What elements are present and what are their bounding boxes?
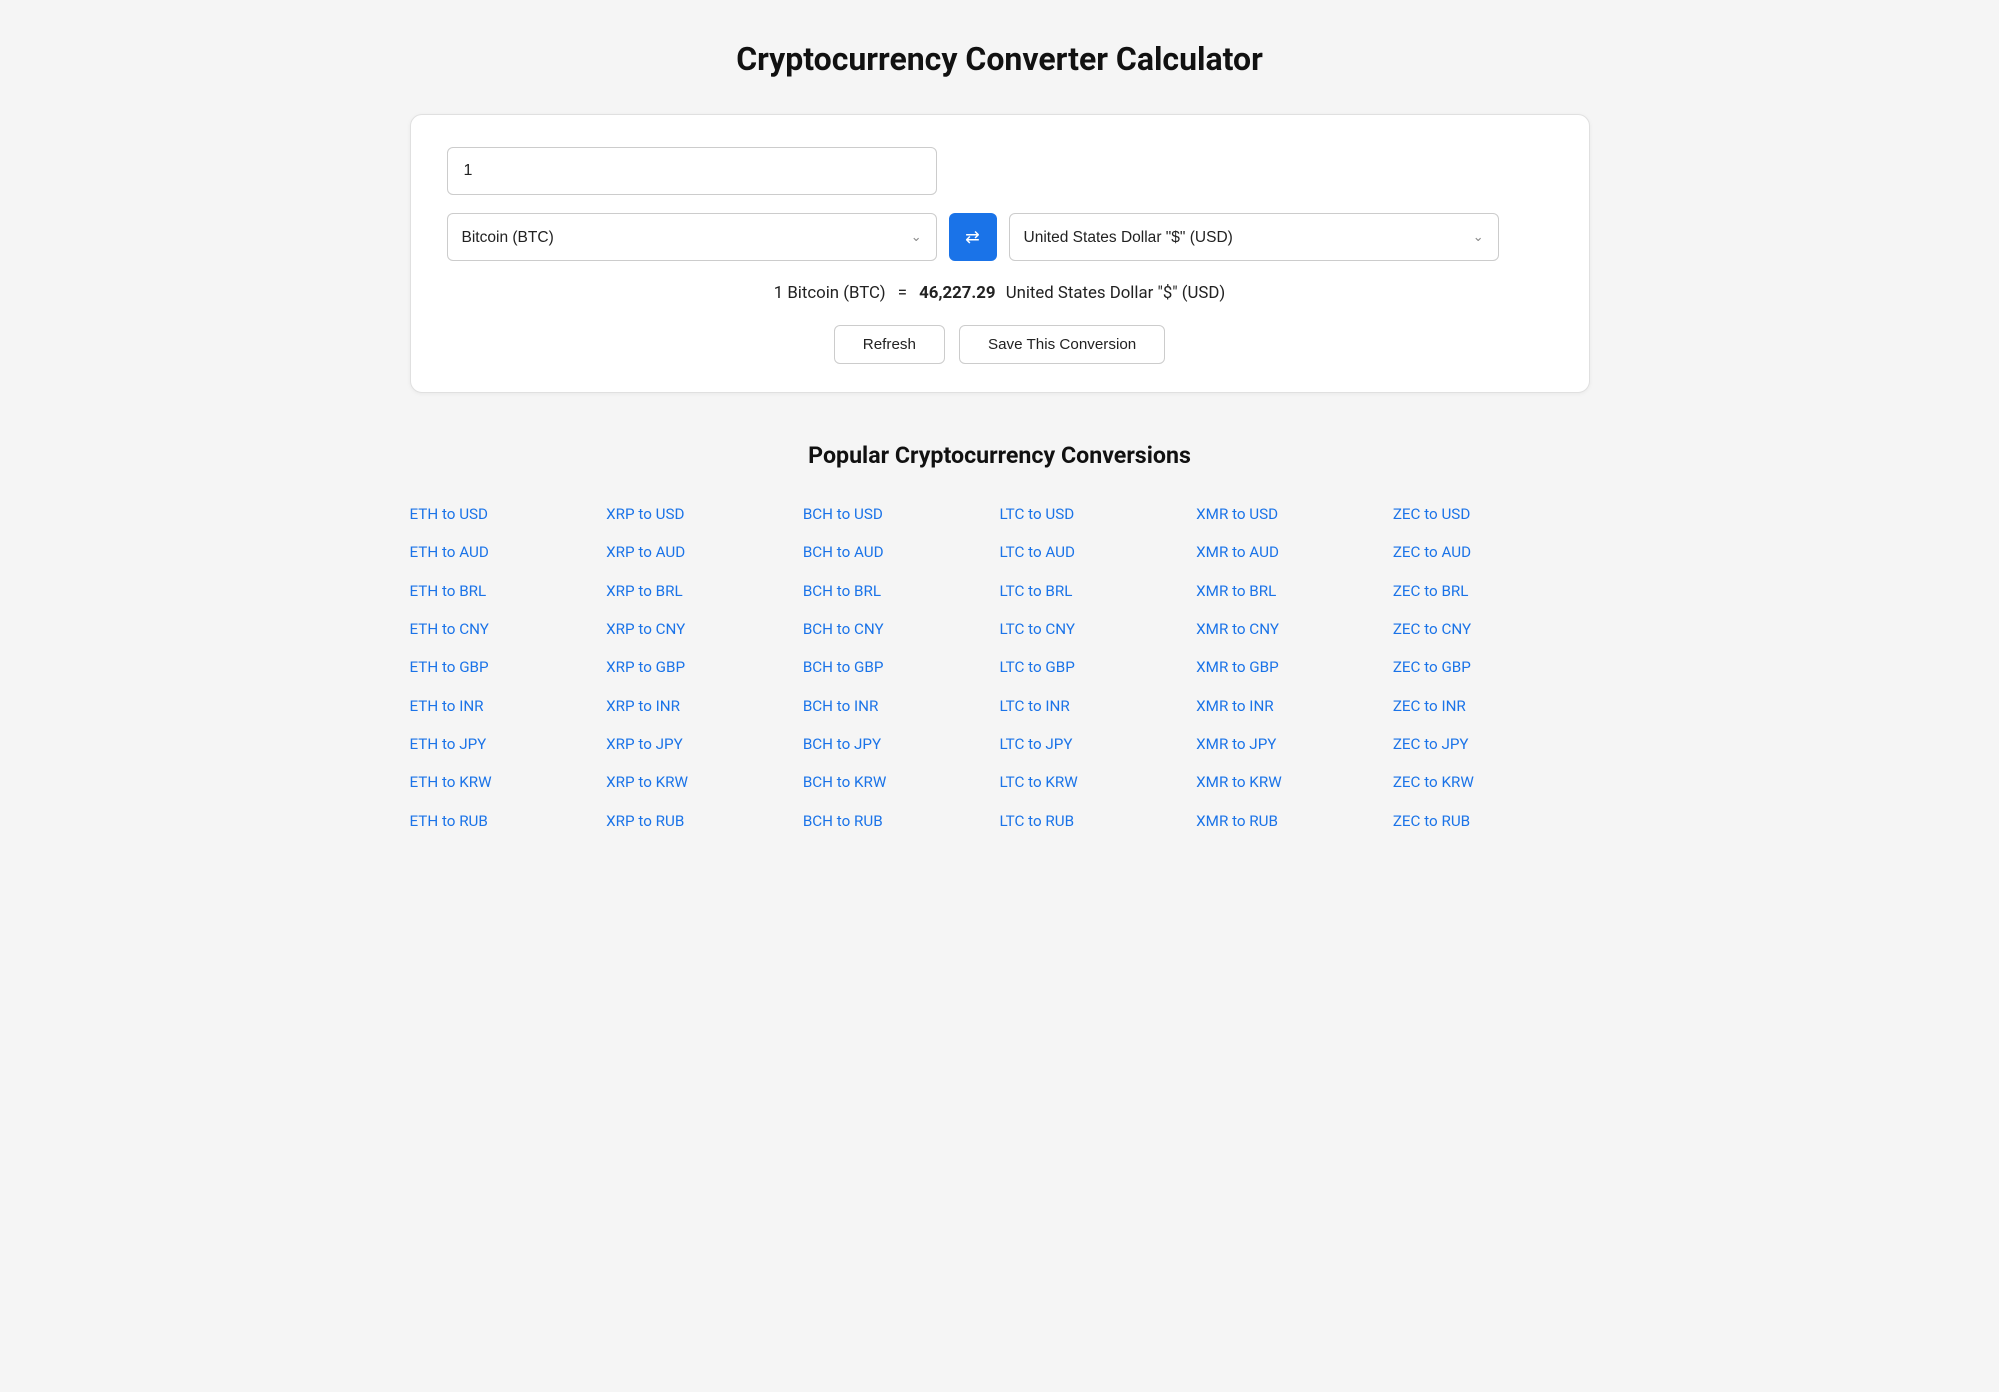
conversion-link[interactable]: ETH to CNY (410, 612, 607, 646)
from-currency-select[interactable]: Bitcoin (BTC) Ethereum (ETH) Ripple (XRP… (462, 229, 907, 246)
conversion-link[interactable]: LTC to AUD (1000, 535, 1197, 569)
conversion-link[interactable]: ETH to USD (410, 497, 607, 531)
conversion-link[interactable]: XMR to BRL (1196, 574, 1393, 608)
conversion-link[interactable]: ETH to INR (410, 689, 607, 723)
conversion-link[interactable]: ETH to GBP (410, 650, 607, 684)
conversion-col-ltc: LTC to USD LTC to AUD LTC to BRL LTC to CNY… (1000, 497, 1197, 838)
conversion-link[interactable]: XMR to RUB (1196, 804, 1393, 838)
conversion-link[interactable]: LTC to BRL (1000, 574, 1197, 608)
converter-card: Bitcoin (BTC) Ethereum (ETH) Ripple (XRP… (410, 114, 1590, 393)
conversion-link[interactable]: BCH to USD (803, 497, 1000, 531)
conversion-link[interactable]: ETH to KRW (410, 765, 607, 799)
conversion-link[interactable]: ETH to AUD (410, 535, 607, 569)
conversion-link[interactable]: XRP to KRW (606, 765, 803, 799)
refresh-button[interactable]: Refresh (834, 325, 945, 364)
conversion-link[interactable]: ZEC to AUD (1393, 535, 1590, 569)
conversion-col-eth: ETH to USD ETH to AUD ETH to BRL ETH to CNY… (410, 497, 607, 838)
conversion-link[interactable]: BCH to INR (803, 689, 1000, 723)
conversion-link[interactable]: LTC to GBP (1000, 650, 1197, 684)
page-title: Cryptocurrency Converter Calculator (410, 40, 1590, 78)
conversion-link[interactable]: XMR to INR (1196, 689, 1393, 723)
conversion-link[interactable]: BCH to AUD (803, 535, 1000, 569)
to-currency-wrapper: United States Dollar "$" (USD) Euro (EUR… (1009, 213, 1499, 261)
conversion-link[interactable]: ZEC to GBP (1393, 650, 1590, 684)
to-chevron-icon: ⌄ (1473, 230, 1484, 245)
conversion-link[interactable]: XMR to CNY (1196, 612, 1393, 646)
conversion-link[interactable]: ZEC to BRL (1393, 574, 1590, 608)
conversion-link[interactable]: XRP to BRL (606, 574, 803, 608)
conversion-link[interactable]: BCH to BRL (803, 574, 1000, 608)
result-to-currency: United States Dollar "$" (USD) (1006, 283, 1226, 303)
conversion-link[interactable]: LTC to JPY (1000, 727, 1197, 761)
conversion-link[interactable]: XMR to GBP (1196, 650, 1393, 684)
swap-icon: ⇄ (965, 227, 980, 248)
conversion-col-bch: BCH to USD BCH to AUD BCH to BRL BCH to CNY… (803, 497, 1000, 838)
conversion-link[interactable]: XRP to JPY (606, 727, 803, 761)
from-currency-wrapper: Bitcoin (BTC) Ethereum (ETH) Ripple (XRP… (447, 213, 937, 261)
save-conversion-button[interactable]: Save This Conversion (959, 325, 1165, 364)
conversion-col-zec: ZEC to USD ZEC to AUD ZEC to BRL ZEC to CNY… (1393, 497, 1590, 838)
conversion-link[interactable]: ETH to RUB (410, 804, 607, 838)
conversion-link[interactable]: XMR to JPY (1196, 727, 1393, 761)
conversion-link[interactable]: XRP to RUB (606, 804, 803, 838)
conversion-link[interactable]: XMR to AUD (1196, 535, 1393, 569)
swap-button[interactable]: ⇄ (949, 213, 997, 261)
conversion-link[interactable]: XMR to USD (1196, 497, 1393, 531)
result-row: 1 Bitcoin (BTC) = 46,227.29 United State… (447, 283, 1553, 303)
conversion-link[interactable]: BCH to RUB (803, 804, 1000, 838)
conversion-link[interactable]: ZEC to USD (1393, 497, 1590, 531)
conversion-link[interactable]: ETH to JPY (410, 727, 607, 761)
conversion-link[interactable]: LTC to RUB (1000, 804, 1197, 838)
conversion-link[interactable]: XMR to KRW (1196, 765, 1393, 799)
conversion-link[interactable]: BCH to GBP (803, 650, 1000, 684)
conversion-link[interactable]: BCH to CNY (803, 612, 1000, 646)
conversion-link[interactable]: XRP to CNY (606, 612, 803, 646)
conversion-link[interactable]: XRP to USD (606, 497, 803, 531)
conversion-col-xmr: XMR to USD XMR to AUD XMR to BRL XMR to CNY… (1196, 497, 1393, 838)
conversion-link[interactable]: LTC to USD (1000, 497, 1197, 531)
currency-row: Bitcoin (BTC) Ethereum (ETH) Ripple (XRP… (447, 213, 1553, 261)
conversion-link[interactable]: LTC to INR (1000, 689, 1197, 723)
conversion-link[interactable]: ZEC to CNY (1393, 612, 1590, 646)
conversion-link[interactable]: ZEC to INR (1393, 689, 1590, 723)
result-amount: 46,227.29 (919, 283, 995, 303)
conversion-col-xrp: XRP to USD XRP to AUD XRP to BRL XRP to CNY… (606, 497, 803, 838)
from-chevron-icon: ⌄ (911, 230, 922, 245)
conversion-link[interactable]: LTC to KRW (1000, 765, 1197, 799)
action-buttons: Refresh Save This Conversion (447, 325, 1553, 364)
popular-section: Popular Cryptocurrency Conversions ETH t… (410, 441, 1590, 838)
popular-title: Popular Cryptocurrency Conversions (410, 441, 1590, 469)
conversion-link[interactable]: XRP to INR (606, 689, 803, 723)
amount-input[interactable] (447, 147, 937, 195)
result-equals: = (898, 283, 907, 303)
conversion-link[interactable]: ZEC to KRW (1393, 765, 1590, 799)
conversions-grid: ETH to USD ETH to AUD ETH to BRL ETH to CNY… (410, 497, 1590, 838)
conversion-link[interactable]: XRP to GBP (606, 650, 803, 684)
conversion-link[interactable]: ZEC to RUB (1393, 804, 1590, 838)
result-from-text: 1 Bitcoin (BTC) (774, 283, 886, 303)
conversion-link[interactable]: LTC to CNY (1000, 612, 1197, 646)
to-currency-select[interactable]: United States Dollar "$" (USD) Euro (EUR… (1024, 229, 1469, 246)
conversion-link[interactable]: ZEC to JPY (1393, 727, 1590, 761)
conversion-link[interactable]: BCH to JPY (803, 727, 1000, 761)
conversion-link[interactable]: XRP to AUD (606, 535, 803, 569)
conversion-link[interactable]: BCH to KRW (803, 765, 1000, 799)
conversion-link[interactable]: ETH to BRL (410, 574, 607, 608)
